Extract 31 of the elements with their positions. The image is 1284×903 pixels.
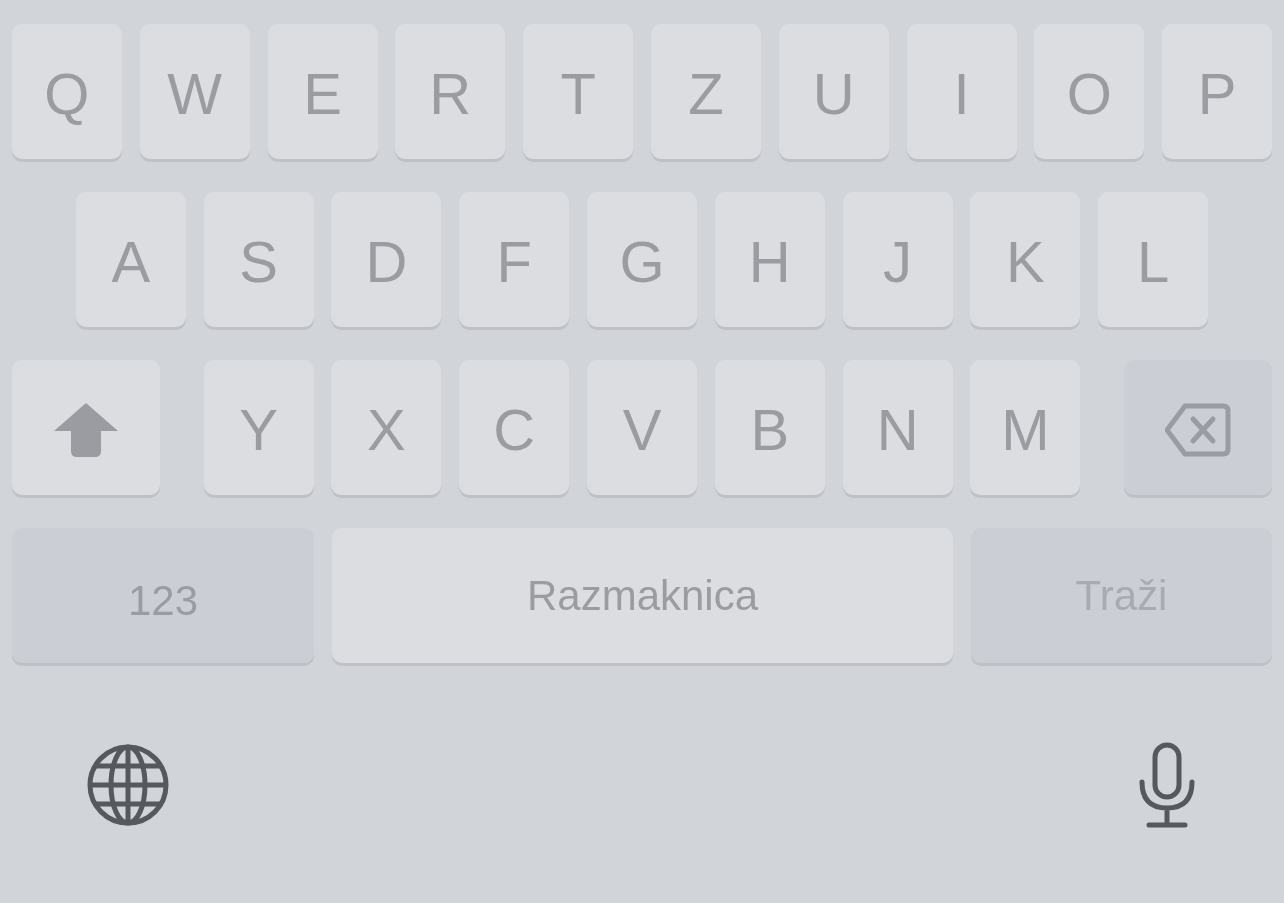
letter-key[interactable]: V [587,360,697,495]
letter-key[interactable]: P [1162,24,1273,159]
shift-icon [54,402,118,457]
letter-key[interactable]: Y [203,360,314,495]
letter-key[interactable]: E [267,24,378,159]
letter-key[interactable]: W [139,24,250,159]
letter-key[interactable]: O [1034,24,1145,159]
letter-key[interactable]: R [395,24,506,159]
microphone-icon[interactable] [1137,742,1197,828]
letter-key[interactable]: G [587,192,697,327]
delete-icon [1165,402,1231,457]
letter-key[interactable]: D [331,192,442,327]
letter-key[interactable]: Q [11,24,122,159]
letter-key[interactable]: H [714,192,825,327]
letter-key[interactable]: C [459,360,570,495]
letter-key[interactable]: N [842,360,953,495]
letter-key[interactable]: I [906,24,1017,159]
letter-key[interactable]: U [778,24,889,159]
letter-key[interactable]: B [714,360,825,495]
letter-key[interactable]: F [459,192,570,327]
letter-key[interactable]: J [842,192,953,327]
letter-key[interactable]: T [523,24,634,159]
letter-key[interactable]: Z [650,24,761,159]
globe-icon[interactable] [87,744,169,826]
letter-key[interactable]: S [203,192,314,327]
letter-key[interactable]: K [970,192,1081,327]
letter-key[interactable]: M [970,360,1081,495]
letter-key[interactable]: L [1098,192,1209,327]
letter-key[interactable]: X [331,360,442,495]
space-key[interactable]: Razmaknica [332,528,953,663]
letter-key[interactable]: A [75,192,186,327]
